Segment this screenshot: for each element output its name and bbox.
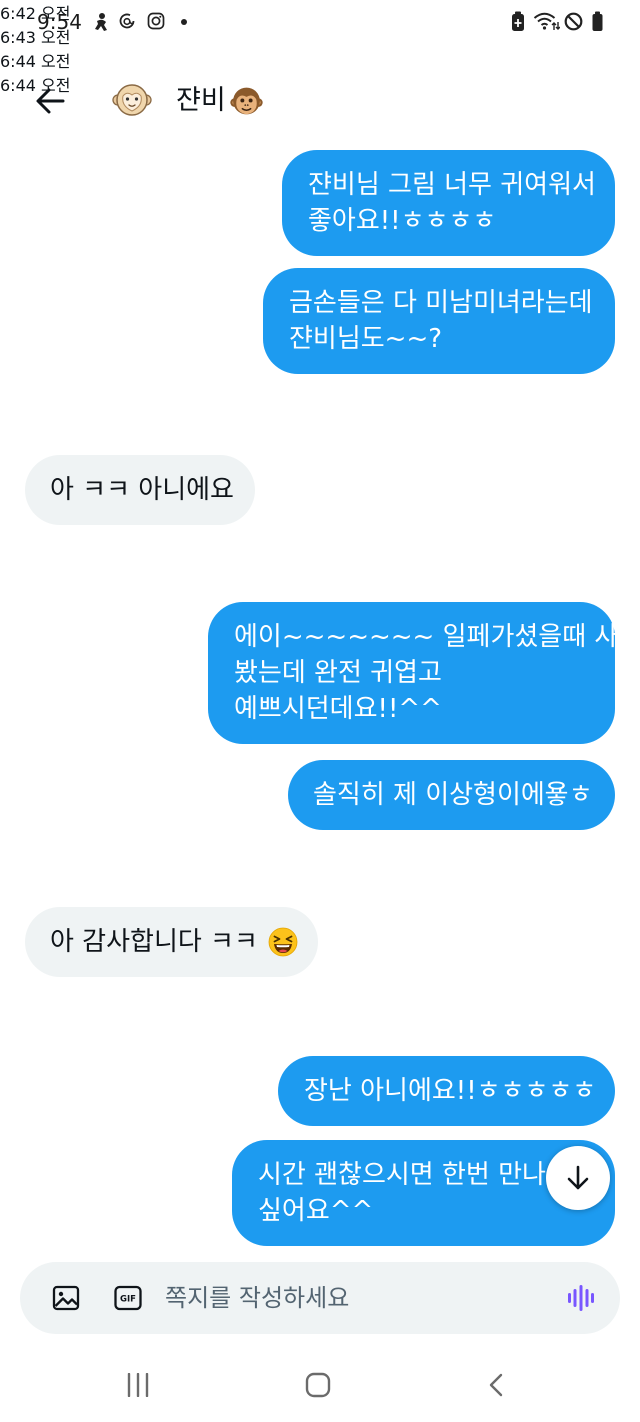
message-text-line: 장난 아니에요!!ㅎㅎㅎㅎㅎ xyxy=(304,1076,597,1106)
grinning-squinting-face-icon xyxy=(268,927,298,957)
message-text-line: 쟌비님도~~? xyxy=(289,324,443,354)
image-icon[interactable] xyxy=(52,1284,80,1312)
app-notification-icon xyxy=(95,13,107,31)
battery-icon xyxy=(592,11,603,31)
sent-message-bubble[interactable]: 쟌비님 그림 너무 귀여워서 좋아요!!ㅎㅎㅎㅎ xyxy=(282,150,615,256)
gif-button[interactable]: GIF xyxy=(114,1284,142,1312)
arrow-left-icon[interactable] xyxy=(34,86,66,116)
sent-message-bubble[interactable]: 금손들은 다 미남미녀라는데 쟌비님도~~? xyxy=(263,268,615,374)
message-text-line: 아 ㅋㅋ 아니에요 xyxy=(50,475,234,505)
sent-message-bubble[interactable]: 장난 아니에요!!ㅎㅎㅎㅎㅎ xyxy=(278,1056,615,1126)
status-time: 9:54 xyxy=(37,10,82,34)
recent-apps-icon[interactable] xyxy=(126,1373,150,1397)
received-message-bubble[interactable]: 아 감사합니다 ㅋㅋ xyxy=(25,907,318,977)
arrow-down-icon xyxy=(567,1165,589,1190)
message-text-line: 봤는데 완전 귀엽고 xyxy=(234,658,442,688)
scroll-to-bottom-button[interactable] xyxy=(546,1146,610,1210)
message-input[interactable] xyxy=(165,1262,555,1334)
message-timestamp: 6:44 오전 xyxy=(0,52,71,71)
avatar[interactable] xyxy=(112,80,152,120)
do-not-disturb-icon xyxy=(564,12,583,31)
received-message-bubble[interactable]: 아 ㅋㅋ 아니에요 xyxy=(25,455,255,525)
wifi-icon xyxy=(533,12,560,30)
home-icon[interactable] xyxy=(305,1372,331,1398)
message-text-line: 좋아요!!ㅎㅎㅎㅎ xyxy=(308,206,497,236)
message-text-line: 쟌비님 그림 너무 귀여워서 xyxy=(308,170,596,200)
threads-icon xyxy=(119,13,135,29)
message-text-line: 솔직히 제 이상형이에욯ㅎ xyxy=(313,780,593,810)
back-icon[interactable] xyxy=(488,1373,504,1397)
message-text-line: 금손들은 다 미남미녀라는데 xyxy=(289,288,593,318)
sent-message-bubble[interactable]: 솔직히 제 이상형이에욯ㅎ xyxy=(288,760,615,830)
message-text-line: 아 감사합니다 ㅋㅋ xyxy=(50,927,258,957)
message-line-with-emoji: 아 감사합니다 ㅋㅋ xyxy=(50,924,298,960)
monkey-face-icon xyxy=(229,87,263,114)
message-composer: GIF xyxy=(20,1262,620,1334)
sent-message-bubble[interactable]: 에이~~~~~~~ 일페가셨을때 사진 봤는데 완전 귀엽고 예쁘시던데요!!^… xyxy=(208,602,640,744)
voice-waveform-icon[interactable] xyxy=(566,1283,596,1313)
message-timestamp: 6:44 오전 xyxy=(0,76,71,95)
contact-name[interactable]: 쟌비 xyxy=(176,84,263,118)
instagram-icon xyxy=(147,12,165,30)
gif-label: GIF xyxy=(120,1295,136,1305)
message-text-line: 예쁘시던데요!!^^ xyxy=(234,694,442,724)
contact-name-text: 쟌비 xyxy=(176,85,226,116)
message-text-line: 에이~~~~~~~ 일페가셨을때 사진 xyxy=(234,622,640,652)
battery-saver-icon xyxy=(512,11,524,31)
notification-dot-icon xyxy=(181,19,187,25)
